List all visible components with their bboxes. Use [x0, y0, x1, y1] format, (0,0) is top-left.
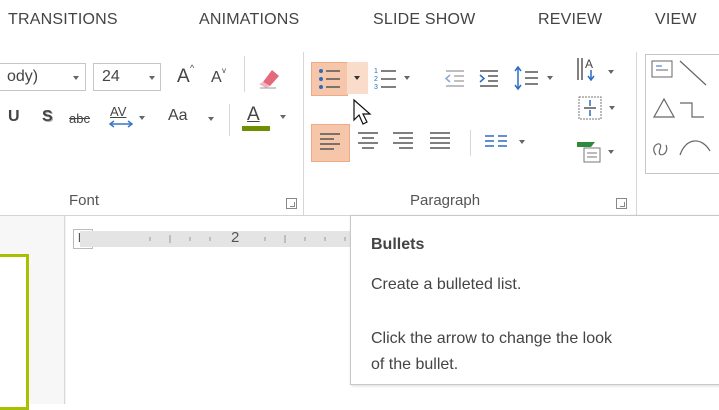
change-case-button[interactable]: Aa [168, 106, 218, 130]
align-center-icon [358, 132, 378, 149]
char-spacing-dropdown-icon [139, 116, 145, 120]
separator [244, 56, 245, 92]
text-direction-icon: A [577, 57, 595, 82]
text-shadow-button[interactable]: S [42, 108, 53, 126]
horizontal-ruler[interactable]: 2 [80, 229, 370, 247]
numbering-dropdown-icon [404, 76, 410, 80]
eraser-icon [259, 70, 279, 89]
shrink-caret-icon: v [222, 66, 226, 75]
paragraph-dialog-launcher-icon[interactable] [616, 198, 627, 209]
change-case-label: Aa [168, 107, 188, 124]
grow-font-icon: A [177, 66, 190, 87]
group-separator [303, 52, 304, 216]
font-color-dropdown-icon [280, 115, 286, 119]
tab-transitions[interactable]: TRANSITIONS [8, 11, 118, 29]
shapes-gallery[interactable] [645, 54, 719, 174]
font-group-label: Font [69, 192, 100, 209]
strikethrough-button[interactable]: abc [69, 111, 90, 126]
line-spacing-button[interactable] [512, 64, 562, 92]
numbering-button[interactable]: 1 2 3 [372, 64, 412, 92]
tooltip-hint-line2: of the bullet. [371, 356, 459, 373]
columns-button[interactable] [481, 128, 531, 156]
bullets-button[interactable] [311, 62, 348, 96]
mouse-cursor-icon [353, 98, 372, 125]
smartart-dropdown-icon [608, 150, 614, 154]
justify-icon [430, 132, 450, 149]
numbering-icon: 1 2 3 [374, 68, 396, 91]
svg-text:3: 3 [374, 84, 378, 91]
text-direction-button[interactable]: A [574, 54, 614, 90]
align-center-button[interactable] [354, 126, 384, 156]
font-name-combo[interactable]: ody) [0, 63, 86, 91]
ribbon-tab-bar: TRANSITIONS ANIMATIONS SLIDE SHOW REVIEW… [0, 0, 719, 44]
bullets-icon [319, 69, 340, 89]
thumbnail-pane [0, 216, 65, 410]
char-spacing-label: AV [110, 104, 127, 119]
clear-formatting-button[interactable] [256, 64, 282, 90]
separator [470, 130, 471, 156]
line-spacing-dropdown-icon [547, 76, 553, 80]
change-case-dropdown-icon [208, 117, 214, 121]
bullets-tooltip: Bullets Create a bulleted list. Click th… [350, 215, 719, 385]
svg-text:1: 1 [374, 68, 378, 75]
increase-indent-button[interactable] [476, 66, 502, 90]
shrink-font-button[interactable]: A v [210, 66, 232, 90]
font-name-dropdown-icon[interactable] [73, 76, 79, 80]
align-right-button[interactable] [389, 126, 419, 156]
tab-slide-show[interactable]: SLIDE SHOW [373, 11, 475, 29]
separator [229, 104, 230, 136]
font-color-swatch [242, 126, 270, 131]
align-text-button[interactable] [576, 94, 616, 124]
font-color-label: A [247, 104, 260, 125]
font-color-button[interactable]: A [240, 102, 290, 134]
increase-indent-icon [479, 70, 498, 87]
font-size-dropdown-icon[interactable] [149, 76, 155, 80]
text-direction-dropdown-icon [608, 70, 614, 74]
smartart-icon [577, 142, 601, 163]
align-right-icon [393, 132, 413, 149]
underline-button[interactable]: U [8, 108, 20, 126]
group-separator [636, 52, 637, 216]
shapes-icon [651, 60, 711, 156]
line-spacing-icon [514, 65, 538, 91]
align-text-icon [578, 96, 602, 120]
bullets-dropdown-button[interactable] [347, 62, 368, 94]
justify-button[interactable] [426, 126, 456, 156]
font-dialog-launcher-icon[interactable] [286, 198, 297, 209]
tab-review[interactable]: REVIEW [538, 11, 602, 29]
tooltip-title: Bullets [371, 236, 425, 253]
convert-to-smartart-button[interactable] [574, 136, 616, 166]
decrease-indent-button[interactable] [442, 66, 468, 90]
ruler-mark-2: 2 [231, 229, 240, 246]
align-left-button[interactable] [311, 124, 350, 162]
font-size-combo[interactable]: 24 [93, 63, 161, 91]
grow-caret-icon: ^ [190, 63, 195, 73]
font-size-value: 24 [102, 68, 120, 85]
tab-view[interactable]: VIEW [655, 11, 697, 29]
font-name-value: ody) [7, 68, 39, 85]
tab-animations[interactable]: ANIMATIONS [199, 11, 299, 29]
decrease-indent-icon [444, 70, 464, 87]
grow-font-button[interactable]: A ^ [176, 63, 198, 88]
align-left-icon [320, 133, 340, 150]
columns-icon [485, 135, 507, 147]
align-text-dropdown-icon [609, 106, 615, 110]
double-arrow-icon [108, 120, 134, 128]
bullets-dropdown-icon [354, 76, 360, 80]
paragraph-group-label: Paragraph [410, 192, 481, 209]
shrink-font-icon: A [211, 69, 222, 86]
slide-thumbnail[interactable] [0, 254, 29, 410]
columns-dropdown-icon [519, 140, 525, 144]
character-spacing-button[interactable]: AV [108, 104, 148, 132]
tooltip-description: Create a bulleted list. [371, 276, 522, 293]
ribbon: ody) 24 A ^ A v U S abc AV Aa A Font 1 2… [0, 44, 719, 216]
svg-text:A: A [585, 57, 593, 71]
ruler-ticks [149, 235, 346, 243]
tooltip-hint-line1: Click the arrow to change the look [371, 330, 613, 347]
svg-text:2: 2 [374, 76, 378, 83]
